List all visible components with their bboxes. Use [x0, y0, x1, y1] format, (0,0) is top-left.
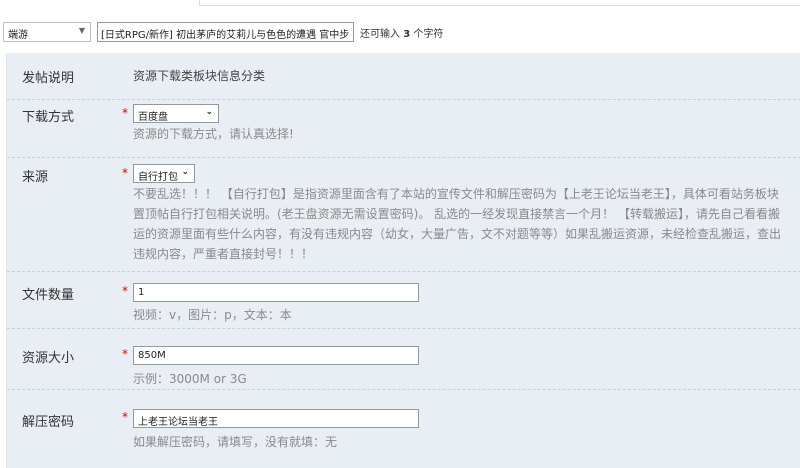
- row-resource-size: 资源大小 * 850M 示例：3000M or 3G: [7, 329, 800, 390]
- size-help: 示例：3000M or 3G: [133, 372, 247, 386]
- title-char-hint: 还可输入 3 个字符: [360, 25, 443, 40]
- download-method-label: 下载方式: [22, 110, 75, 125]
- row-unzip-password: 解压密码 * 上老王论坛当老王 如果解压密码，请填写，没有就填：无: [7, 390, 800, 468]
- category-select-value: 端游: [8, 30, 28, 41]
- hint-prefix: 还可输入: [360, 29, 400, 40]
- hint-suffix: 个字符: [413, 29, 444, 40]
- required-mark: *: [122, 410, 128, 424]
- password-input[interactable]: 上老王论坛当老王: [133, 409, 419, 428]
- required-mark: *: [122, 166, 128, 180]
- row-source: 来源 * 自行打包 ⌄ 不要乱选！！！ 【自行打包】是指资源里面含有了本站的宣传…: [7, 158, 800, 272]
- password-help: 如果解压密码，请填写，没有就填：无: [133, 435, 338, 449]
- chevron-down-icon: ▼: [78, 26, 85, 35]
- chevron-down-icon: ⌄: [205, 107, 213, 117]
- required-mark: *: [122, 106, 128, 120]
- source-help-line: 不要乱选！！！ 【自行打包】是指资源里面含有了本站的宣传文件和解压密码为【上老王…: [133, 187, 779, 201]
- active-tab-edge: [0, 0, 200, 6]
- required-mark: *: [122, 347, 128, 361]
- source-help-line: 运的资源里面有些什么内容，有没有违规内容（幼女，大量广告，文不对题等等）如果乱搬…: [133, 227, 782, 241]
- download-method-select[interactable]: 百度盘 ⌄: [133, 104, 219, 123]
- size-label: 资源大小: [22, 351, 75, 366]
- row-file-count: 文件数量 * 1 视频：v，图片：p，文本：本: [7, 272, 800, 329]
- hint-count: 3: [403, 29, 411, 40]
- chevron-down-icon: ⌄: [181, 167, 189, 177]
- file-count-help: 视频：v，图片：p，文本：本: [133, 308, 292, 322]
- source-help: 不要乱选！！！ 【自行打包】是指资源里面含有了本站的宣传文件和解压密码为【上老王…: [133, 184, 781, 264]
- download-method-value: 百度盘: [138, 112, 168, 123]
- source-label: 来源: [22, 170, 49, 185]
- post-note-label: 发帖说明: [22, 71, 75, 86]
- source-value: 自行打包: [138, 172, 178, 183]
- size-input[interactable]: 850M: [133, 346, 419, 365]
- source-help-line: 置顶帖自行打包相关说明。(老王盘资源无需设置密码)。 乱选的一经发现直接禁言一个…: [133, 207, 780, 221]
- source-help-line: 违规内容，严重者直接封号！！！: [133, 247, 314, 261]
- top-tab-strip: [0, 0, 800, 6]
- title-input[interactable]: [日式RPG/新作] 初出茅庐的艾莉儿与色色的遭遇 官中步: [97, 22, 354, 42]
- password-label: 解压密码: [22, 415, 75, 430]
- category-select[interactable]: 端游 ▼: [3, 22, 91, 42]
- file-count-input[interactable]: 1: [133, 283, 419, 302]
- required-mark: *: [122, 284, 128, 298]
- subject-toolbar: 端游 ▼ [日式RPG/新作] 初出茅庐的艾莉儿与色色的遭遇 官中步 还可输入 …: [0, 19, 800, 45]
- post-note-desc: 资源下载类板块信息分类: [133, 69, 266, 83]
- file-count-label: 文件数量: [22, 288, 75, 303]
- row-download-method: 下载方式 * 百度盘 ⌄ 资源的下载方式，请认真选择!: [7, 100, 800, 158]
- source-select[interactable]: 自行打包 ⌄: [133, 164, 195, 183]
- resource-info-panel: 发帖说明 资源下载类板块信息分类 下载方式 * 百度盘 ⌄ 资源的下载方式，请认…: [6, 53, 800, 468]
- row-post-note: 发帖说明 资源下载类板块信息分类: [7, 53, 800, 100]
- download-method-help: 资源的下载方式，请认真选择!: [133, 127, 294, 141]
